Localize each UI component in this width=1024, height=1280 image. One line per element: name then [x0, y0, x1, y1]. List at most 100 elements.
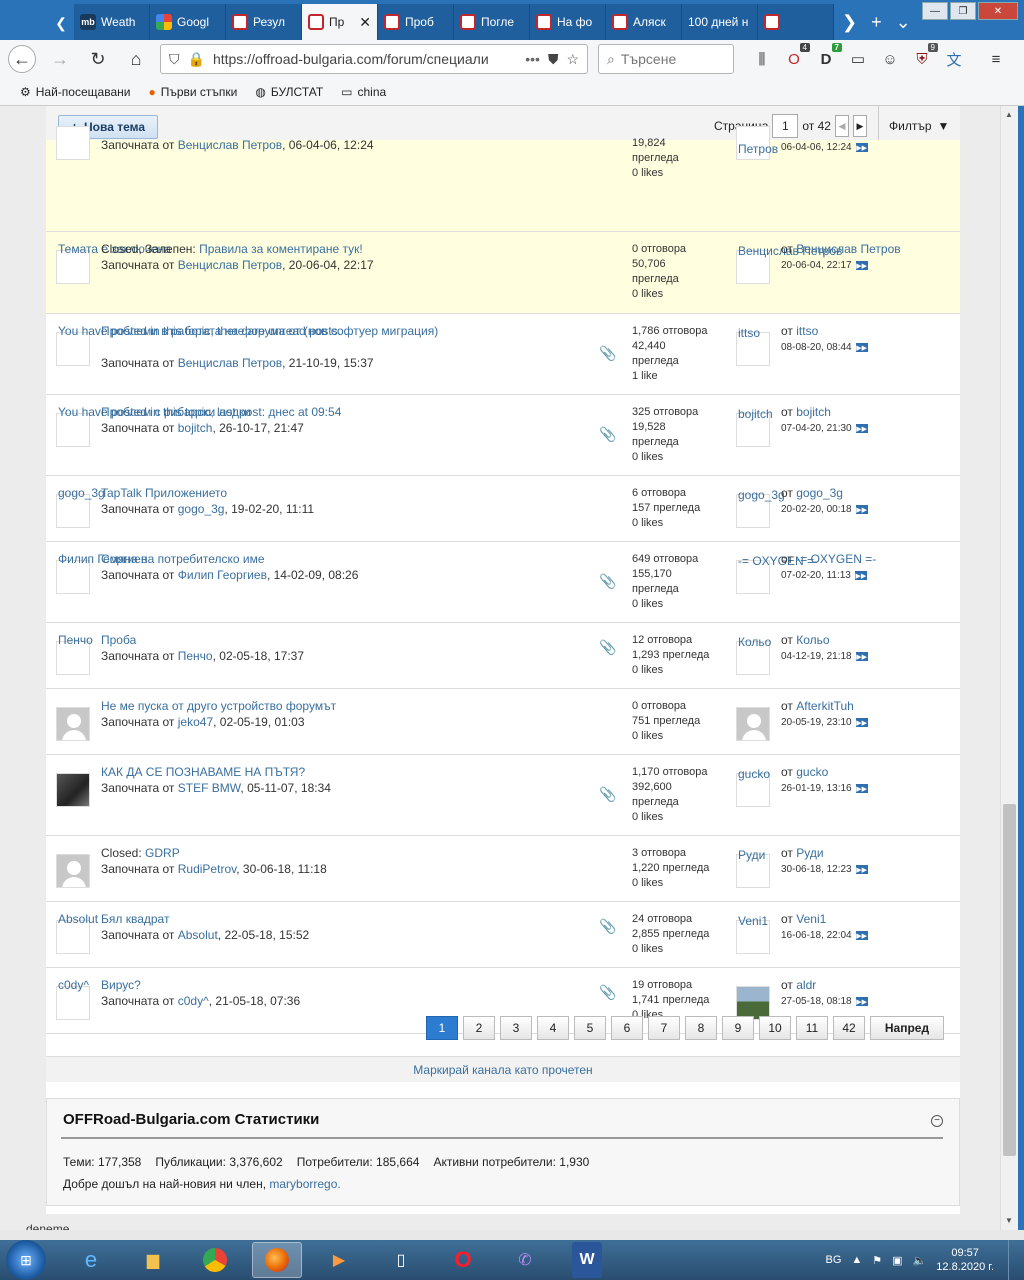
page-link[interactable]: 42 — [833, 1016, 865, 1040]
page-link[interactable]: 11 — [796, 1016, 828, 1040]
internet-explorer-icon[interactable]: e — [66, 1242, 116, 1278]
topic-title-link[interactable]: Проба — [101, 633, 136, 647]
minimize-icon[interactable]: — — [922, 2, 948, 20]
topic-author-link[interactable]: jeko47 — [178, 715, 213, 729]
last-post-author-link[interactable]: aldr — [796, 978, 816, 992]
go-to-last-post-icon[interactable]: ▶▶ — [855, 784, 868, 793]
chrome-icon[interactable] — [190, 1242, 240, 1278]
opera-extension-icon[interactable]: O4 — [784, 43, 810, 69]
go-to-last-post-icon[interactable]: ▶▶ — [854, 571, 867, 580]
start-button[interactable]: ⊞ — [6, 1240, 46, 1280]
go-to-last-post-icon[interactable]: ▶▶ — [855, 143, 868, 152]
topic-title[interactable]: TapTalk Приложението — [101, 486, 227, 500]
go-to-last-post-icon[interactable]: ▶▶ — [855, 652, 868, 661]
collapse-icon[interactable]: − — [931, 1115, 943, 1127]
mark-channel-read-link[interactable]: Маркирай канала като прочетен — [46, 1056, 960, 1082]
bookmark-china-folder[interactable]: ▭ china — [341, 85, 386, 99]
topic-author-link[interactable]: bojitch — [178, 421, 213, 435]
lock-icon[interactable]: 🔒 — [188, 51, 205, 68]
go-to-last-post-icon[interactable]: ▶▶ — [855, 261, 868, 270]
new-tab-icon[interactable]: + — [871, 12, 882, 33]
browser-tab[interactable]: Резул — [226, 4, 302, 40]
next-page-button[interactable]: Напред — [870, 1016, 944, 1040]
page-link[interactable]: 2 — [463, 1016, 495, 1040]
last-post-author-link[interactable]: Венцислав Петров — [796, 242, 900, 256]
language-indicator[interactable]: BG — [826, 1254, 842, 1266]
search-input[interactable]: ⌕ Търсене — [598, 44, 734, 74]
topic-title[interactable]: Проблеми в работата на форума от (нов со… — [101, 324, 438, 338]
scroll-down-icon[interactable]: ▼ — [1005, 1216, 1013, 1225]
reader-view-icon[interactable]: ▭ — [848, 49, 868, 69]
topic-avatar[interactable] — [56, 773, 90, 807]
firefox-taskbar-icon[interactable] — [252, 1242, 302, 1278]
last-post-author-link[interactable]: ittso — [796, 324, 818, 338]
prev-page-icon[interactable]: ◀ — [834, 115, 849, 137]
browser-tab[interactable]: Погле — [454, 4, 530, 40]
tab-scroll-right-icon[interactable]: ❯ — [842, 12, 857, 33]
last-post-avatar[interactable] — [736, 986, 770, 1020]
flag-icon[interactable]: ⚑ — [872, 1254, 882, 1267]
page-link[interactable]: 5 — [574, 1016, 606, 1040]
show-desktop-button[interactable] — [1008, 1240, 1024, 1280]
go-to-last-post-icon[interactable]: ▶▶ — [855, 718, 868, 727]
browser-tab[interactable]: На фо — [530, 4, 606, 40]
last-post-author-link[interactable]: bojitch — [796, 405, 831, 419]
go-to-last-post-icon[interactable]: ▶▶ — [855, 343, 868, 352]
topic-avatar[interactable] — [56, 707, 90, 741]
viber-icon[interactable]: ✆ — [500, 1242, 550, 1278]
topic-title-link[interactable]: Бял квадрат — [101, 912, 169, 926]
reload-icon[interactable]: ↻ — [84, 45, 112, 73]
topic-title-link[interactable]: Правила за коментиране тук! — [199, 242, 363, 256]
go-to-last-post-icon[interactable]: ▶▶ — [855, 424, 868, 433]
last-post-author-link[interactable]: Veni1 — [796, 912, 826, 926]
document-icon[interactable]: ▯ — [376, 1242, 426, 1278]
topic-author-link[interactable]: c0dy^ — [178, 994, 209, 1008]
go-to-last-post-icon[interactable]: ▶▶ — [855, 931, 868, 940]
topic-title[interactable]: Проба — [101, 633, 136, 647]
next-page-icon[interactable]: ▶ — [852, 115, 867, 137]
page-link[interactable]: 9 — [722, 1016, 754, 1040]
maximize-icon[interactable]: ❐ — [950, 2, 976, 20]
media-player-icon[interactable]: ▶ — [314, 1242, 364, 1278]
page-link[interactable]: 1 — [426, 1016, 458, 1040]
topic-author-link[interactable]: STEF BMW — [178, 781, 241, 795]
account-icon[interactable]: ☺ — [880, 49, 900, 69]
page-actions-icon[interactable]: ••• — [525, 51, 540, 67]
browser-tab[interactable]: Googl — [150, 4, 226, 40]
browser-tab[interactable]: mb Weath — [74, 4, 150, 40]
show-hidden-icons-icon[interactable]: ▲ — [851, 1254, 862, 1266]
topic-title-link[interactable]: Не ме пуска от друго устройство форумът — [101, 699, 336, 713]
last-post-author-link[interactable]: gucko — [796, 765, 828, 779]
topic-author-link[interactable]: Пенчо — [178, 649, 213, 663]
topic-title-link[interactable]: TapTalk Приложението — [101, 486, 227, 500]
shield-icon[interactable]: ⛉ — [169, 51, 180, 68]
browser-tab[interactable]: Аляск — [606, 4, 682, 40]
bookmark-most-visited[interactable]: ⚙ Най-посещавани — [20, 85, 130, 99]
menu-icon[interactable]: ≡ — [986, 49, 1006, 69]
last-post-avatar[interactable] — [736, 707, 770, 741]
topic-author-link[interactable]: Венцислав Петров — [178, 138, 282, 152]
network-icon[interactable]: ▣ — [892, 1254, 902, 1267]
pocket-icon[interactable]: ⛊ — [548, 51, 559, 68]
topic-title-link[interactable]: Смяна на потребителско име — [101, 552, 265, 566]
topic-title[interactable]: КАК ДА СЕ ПОЗНАВАМЕ НА ПЪТЯ? — [101, 765, 305, 779]
ublock-icon[interactable]: ⛨ 9 — [912, 43, 938, 69]
tab-scroll-left-icon[interactable]: ❮ — [48, 6, 74, 40]
topic-author-link[interactable]: Венцислав Петров — [178, 258, 282, 272]
go-to-last-post-icon[interactable]: ▶▶ — [855, 997, 868, 1006]
page-link[interactable]: 8 — [685, 1016, 717, 1040]
close-tab-icon[interactable]: ✕ — [359, 14, 371, 31]
list-all-tabs-icon[interactable]: ⌄ — [896, 12, 911, 33]
last-post-author-link[interactable]: gogo_3g — [796, 486, 843, 500]
topic-author-link[interactable]: Венцислав Петров — [178, 356, 282, 370]
topic-author-link[interactable]: Филип Георгиев — [178, 568, 267, 582]
d-extension-icon[interactable]: D7 — [816, 43, 842, 69]
clock[interactable]: 09:57 12.8.2020 г. — [936, 1246, 994, 1274]
topic-avatar[interactable] — [56, 854, 90, 888]
volume-icon[interactable]: 🔈 — [913, 1254, 927, 1267]
page-link[interactable]: 10 — [759, 1016, 791, 1040]
topic-title[interactable]: Не ме пуска от друго устройство форумът — [101, 699, 336, 713]
topic-title[interactable]: Closed, Залепен: Правила за коментиране … — [101, 242, 363, 256]
newest-member-link[interactable]: maryborrego. — [269, 1177, 340, 1191]
last-post-author-link[interactable]: -= OXYGEN =- — [796, 552, 876, 566]
